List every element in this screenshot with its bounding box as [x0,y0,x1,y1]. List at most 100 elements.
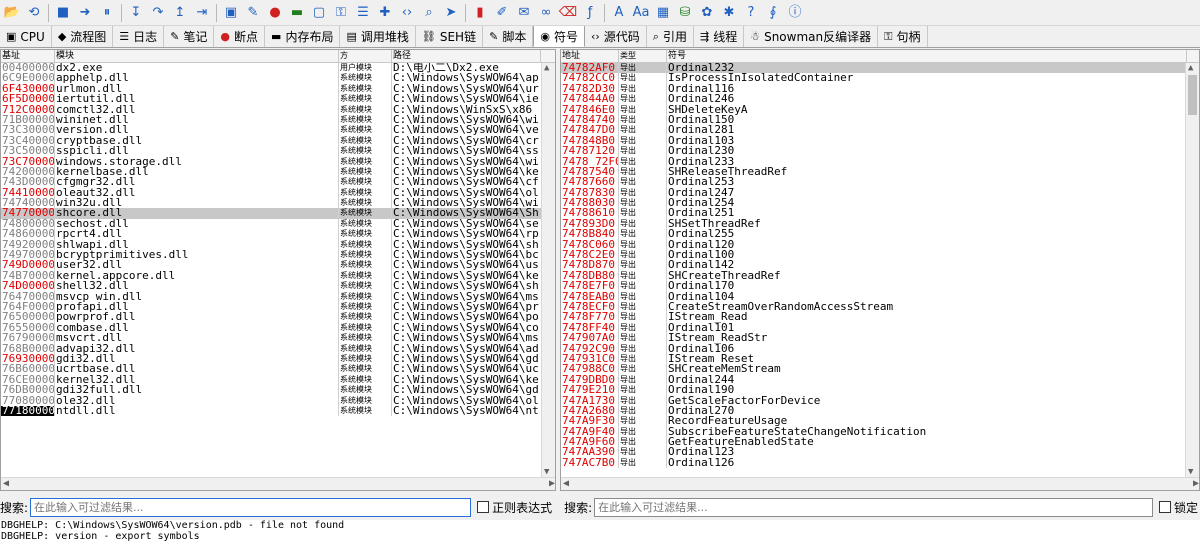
symbol-row[interactable]: 747931C0 导出 IStream_Reset [561,353,1199,365]
symbol-row[interactable]: 74787120 导出 Ordinal230 [561,146,1199,157]
symbol-row[interactable]: 747AA390 导出 Ordinal123 [561,447,1199,458]
module-row[interactable]: 76CE0000 kernel32.dll 系统模块 C:\Windows\SysWO… [1,374,555,386]
cpu-view-icon[interactable]: ▣ [221,3,241,23]
symbol-row[interactable]: 7478ECF0 导出 CreateStreamOverRandomAccessSt… [561,301,1199,313]
module-row[interactable]: 749D0000 user32.dll 系统模块 C:\Windows\SysWOW6… [1,260,555,271]
lock-checkbox[interactable] [1159,501,1171,513]
symbol-row[interactable]: 7478FF40 导出 Ordinal101 [561,322,1199,334]
module-row[interactable]: 74970000 bcryptprimitives.dll 系统模块 C:\Windo… [1,250,555,261]
symbol-row[interactable]: 747AC7B0 导出 Ordinal126 [561,457,1199,469]
symbol-row[interactable]: 7478 72F0 导出 Ordinal233 [561,156,1199,167]
regex-checkbox[interactable] [477,501,490,513]
module-row[interactable]: 768B0000 advapi32.dll 系统模块 C:\Windows\SysWO… [1,343,555,354]
window-icon[interactable]: ▢ [309,3,329,23]
tab-flowchart[interactable]: ◆ 流程图 [52,26,114,47]
symbol-row[interactable]: 747A9F40 导出 SubscribeFeatureStateChangeNot… [561,426,1199,438]
open-icon[interactable]: 📂 [2,3,22,23]
module-row[interactable]: 74920000 shlwapi.dll 系统模块 C:\Windows\SysWOW… [1,239,555,251]
tab-log[interactable]: ☰ 日志 [113,26,165,47]
help-icon[interactable]: ? [741,3,761,23]
module-row[interactable]: 00400000 dx2.exe 用户模块 D:\电小二\Dx2.exe [1,63,555,74]
module-row[interactable]: 77080000 ole32.dll 系统模块 C:\Windows\SysWOW64… [1,395,555,406]
module-row[interactable]: 74800000 sechost.dll 系统模块 C:\Windows\SysWOW… [1,218,555,230]
symbol-row[interactable]: 7479E210 导出 Ordinal190 [561,385,1199,396]
tab-threads[interactable]: ⇶ 线程 [694,26,745,47]
link-icon[interactable]: ∞ [536,3,556,23]
symbol-row[interactable]: 747A2680 导出 Ordinal270 [561,405,1199,417]
scroll-left-icon[interactable]: ◀ [3,478,9,489]
scroll-up-icon[interactable]: ▲ [544,63,549,73]
module-row[interactable]: 764F0000 profapi.dll 系统模块 C:\Windows\SysWOW… [1,301,555,313]
color-palette-icon[interactable]: ✿ [697,3,717,23]
symbol-search-input[interactable] [594,497,1153,517]
tab-references[interactable]: ⌕ 引用 [647,26,694,47]
symbol-row[interactable]: 74787660 导出 Ordinal253 [561,177,1199,188]
module-row[interactable]: 74D00000 shell32.dll 系统模块 C:\Windows\SysWOW… [1,281,555,292]
module-row[interactable]: 73C30000 version.dll 系统模块 C:\Windows\SysWOW… [1,125,555,136]
symbol-row[interactable]: 74782D30 导出 Ordinal116 [561,83,1199,95]
symbol-row[interactable]: 7478F770 导出 IStream_Read [561,312,1199,323]
handles-icon[interactable]: ⚿ [331,3,351,23]
scroll-left-icon[interactable]: ◀ [563,478,569,489]
header-module[interactable]: 模块 [55,50,339,62]
tab-call-stack[interactable]: ▤ 调用堆栈 [340,26,416,47]
header-party[interactable]: 方 [339,50,392,62]
module-row[interactable]: 6C9E0000 apphelp.dll 系统模块 C:\Windows\SysWOW… [1,73,555,84]
tab-breakpoint[interactable]: ● 断点 [214,26,266,47]
symbol-row[interactable]: 7478DB80 导出 SHCreateThreadRef [561,270,1199,282]
module-row[interactable]: 74740000 win32u.dll 系统模块 C:\Windows\SysWOW6… [1,198,555,209]
symbol-row[interactable]: 747A9F30 导出 RecordFeatureUsage [561,416,1199,427]
patch-icon[interactable]: ✚ [375,3,395,23]
symbol-row[interactable]: 7478D870 导出 Ordinal142 [561,260,1199,271]
script-icon[interactable]: ✎ [243,3,263,23]
tab-notes[interactable]: ✎ 笔记 [164,26,215,47]
log-icon[interactable]: ☰ [353,3,373,23]
symbol-row[interactable]: 7478C060 导出 Ordinal120 [561,239,1199,251]
run-to-user-icon[interactable]: ⇥ [192,3,212,23]
close-icon[interactable]: ■ [53,3,73,23]
erase-icon[interactable]: ⌫ [558,3,578,23]
header-type[interactable]: 类型 [619,50,667,62]
text-size-icon[interactable]: Aa [631,3,651,23]
scroll-right-icon[interactable]: ▶ [1193,478,1199,489]
run-icon[interactable]: ➜ [75,3,95,23]
info-icon[interactable]: ⓘ [785,3,805,23]
symbol-row[interactable]: 7479DBD0 导出 Ordinal244 [561,374,1199,386]
symbol-row[interactable]: 74788610 导出 Ordinal251 [561,208,1199,219]
symbols-vscrollbar[interactable]: ▲ ▼ [1185,63,1199,477]
tab-source[interactable]: ‹› 源代码 [585,26,647,47]
module-row[interactable]: 76790000 msvcrt.dll 系统模块 C:\Windows\SysWOW6… [1,333,555,344]
symbol-row[interactable]: 747988C0 导出 SHCreateMemStream [561,364,1199,375]
symbol-row[interactable]: 74784740 导出 Ordinal150 [561,114,1199,126]
header-address[interactable]: 地址 [561,50,619,62]
hide-icon[interactable]: ▮ [470,3,490,23]
memory-icon[interactable]: ▬ [287,3,307,23]
symbol-row[interactable]: 74787540 导出 SHReleaseThreadRef [561,166,1199,178]
module-row[interactable]: 73C50000 sspicli.dll 系统模块 C:\Windows\SysWOW… [1,146,555,157]
module-row[interactable]: 74410000 oleaut32.dll 系统模块 C:\Windows\SysWO… [1,187,555,199]
symbol-row[interactable]: 74792C90 导出 Ordinal106 [561,343,1199,354]
calculator-icon[interactable]: ▦ [653,3,673,23]
symbol-row[interactable]: 747A9F60 导出 GetFeatureEnabledState [561,437,1199,448]
exec-icon[interactable]: ∮ [763,3,783,23]
module-row[interactable]: 712C0000 comctl32.dll 系统模块 C:\Windows\WinSx… [1,104,555,115]
scroll-right-icon[interactable]: ▶ [549,478,555,489]
trace-icon[interactable]: ➤ [441,3,461,23]
symbol-row[interactable]: 747907A0 导出 IStream_ReadStr [561,333,1199,344]
modules-vscrollbar[interactable]: ▲ ▼ [541,63,555,477]
bug-icon[interactable]: ✱ [719,3,739,23]
tab-cpu[interactable]: ▣ CPU [0,26,52,47]
module-row[interactable]: 76550000 combase.dll 系统模块 C:\Windows\SysWOW… [1,322,555,334]
symbol-row[interactable]: 74782CC0 导出 IsProcessInIsolatedContainer [561,73,1199,84]
module-row[interactable]: 76930000 gdi32.dll 系统模块 C:\Windows\SysWOW64… [1,353,555,365]
pause-icon[interactable]: ⏸ [97,3,117,23]
step-into-icon[interactable]: ↧ [126,3,146,23]
module-row[interactable]: 6F5D0000 iertutil.dll 系统模块 C:\Windows\SysWO… [1,94,555,105]
header-path[interactable]: 路径 [392,50,541,62]
symbol-row[interactable]: 747893D0 导出 SHSetThreadRef [561,218,1199,230]
tab-handles[interactable]: ⚿ 句柄 [878,26,928,47]
scroll-down-icon[interactable]: ▼ [544,467,549,477]
tab-script[interactable]: ✎ 脚本 [483,26,534,47]
symbol-row[interactable]: 7478C2E0 导出 Ordinal100 [561,250,1199,261]
tab-symbols[interactable]: ◉ 符号 [533,26,585,47]
